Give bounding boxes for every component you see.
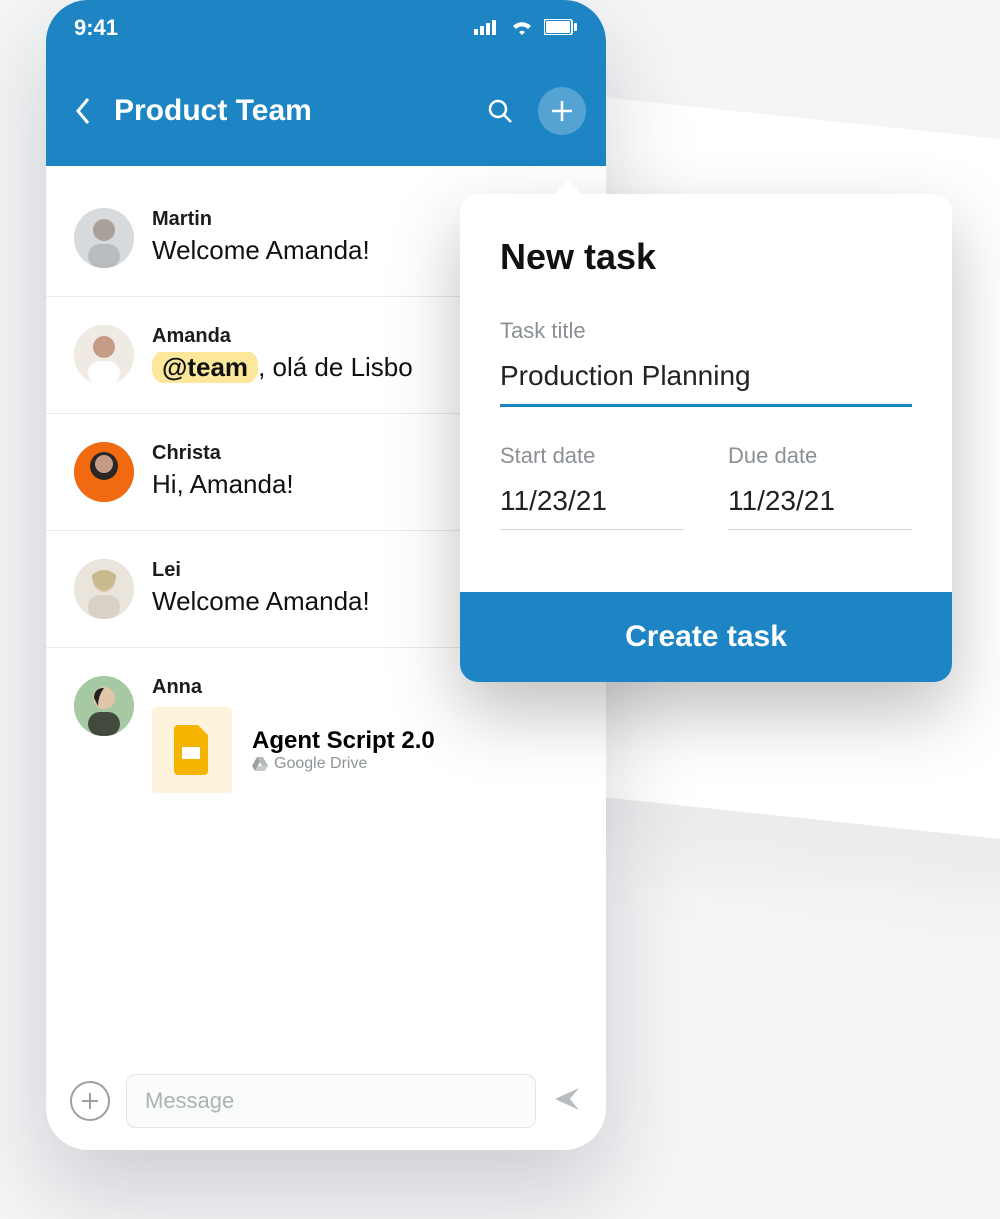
task-title-input[interactable]: [500, 354, 912, 407]
statusbar-time: 9:41: [74, 15, 118, 41]
search-icon: [486, 97, 514, 125]
file-source-label: Google Drive: [274, 755, 367, 773]
start-date-field: Start date: [500, 443, 684, 530]
start-date-input[interactable]: [500, 479, 684, 530]
add-button[interactable]: [538, 87, 586, 135]
create-task-button[interactable]: Create task: [460, 592, 952, 682]
composer-input[interactable]: [126, 1074, 536, 1128]
composer-add-button[interactable]: [70, 1081, 110, 1121]
avatar: [74, 559, 134, 619]
avatar: [74, 676, 134, 736]
mention-pill[interactable]: @team: [152, 352, 258, 383]
popover-title: New task: [500, 236, 912, 278]
message-text-fragment: , olá de Lisbo: [258, 352, 413, 382]
due-date-field: Due date: [728, 443, 912, 530]
new-task-popover: New task Task title Start date Due date …: [460, 194, 952, 682]
due-date-input[interactable]: [728, 479, 912, 530]
avatar: [74, 208, 134, 268]
task-title-label: Task title: [500, 318, 912, 344]
statusbar: 9:41: [46, 0, 606, 56]
wifi-icon: [510, 15, 534, 41]
start-date-label: Start date: [500, 443, 684, 469]
page-title: Product Team: [114, 94, 462, 128]
plus-icon: [80, 1091, 100, 1111]
back-button[interactable]: [66, 96, 100, 126]
statusbar-icons: [474, 15, 578, 41]
google-drive-icon: [252, 757, 268, 771]
file-attachment[interactable]: Agent Script 2.0 Google Drive: [152, 707, 578, 793]
navbar: Product Team: [46, 56, 606, 166]
plus-icon: [548, 97, 576, 125]
file-source: Google Drive: [252, 755, 435, 773]
send-icon: [552, 1084, 582, 1114]
chevron-left-icon: [74, 96, 92, 126]
file-thumb: [152, 707, 232, 793]
avatar: [74, 325, 134, 385]
avatar: [74, 442, 134, 502]
slides-file-icon: [172, 725, 212, 775]
composer: [46, 1074, 606, 1128]
battery-icon: [544, 15, 578, 41]
send-button[interactable]: [552, 1084, 582, 1119]
search-button[interactable]: [476, 87, 524, 135]
task-title-field: Task title: [500, 318, 912, 407]
cellular-signal-icon: [474, 15, 500, 41]
file-title: Agent Script 2.0: [252, 727, 435, 755]
due-date-label: Due date: [728, 443, 912, 469]
